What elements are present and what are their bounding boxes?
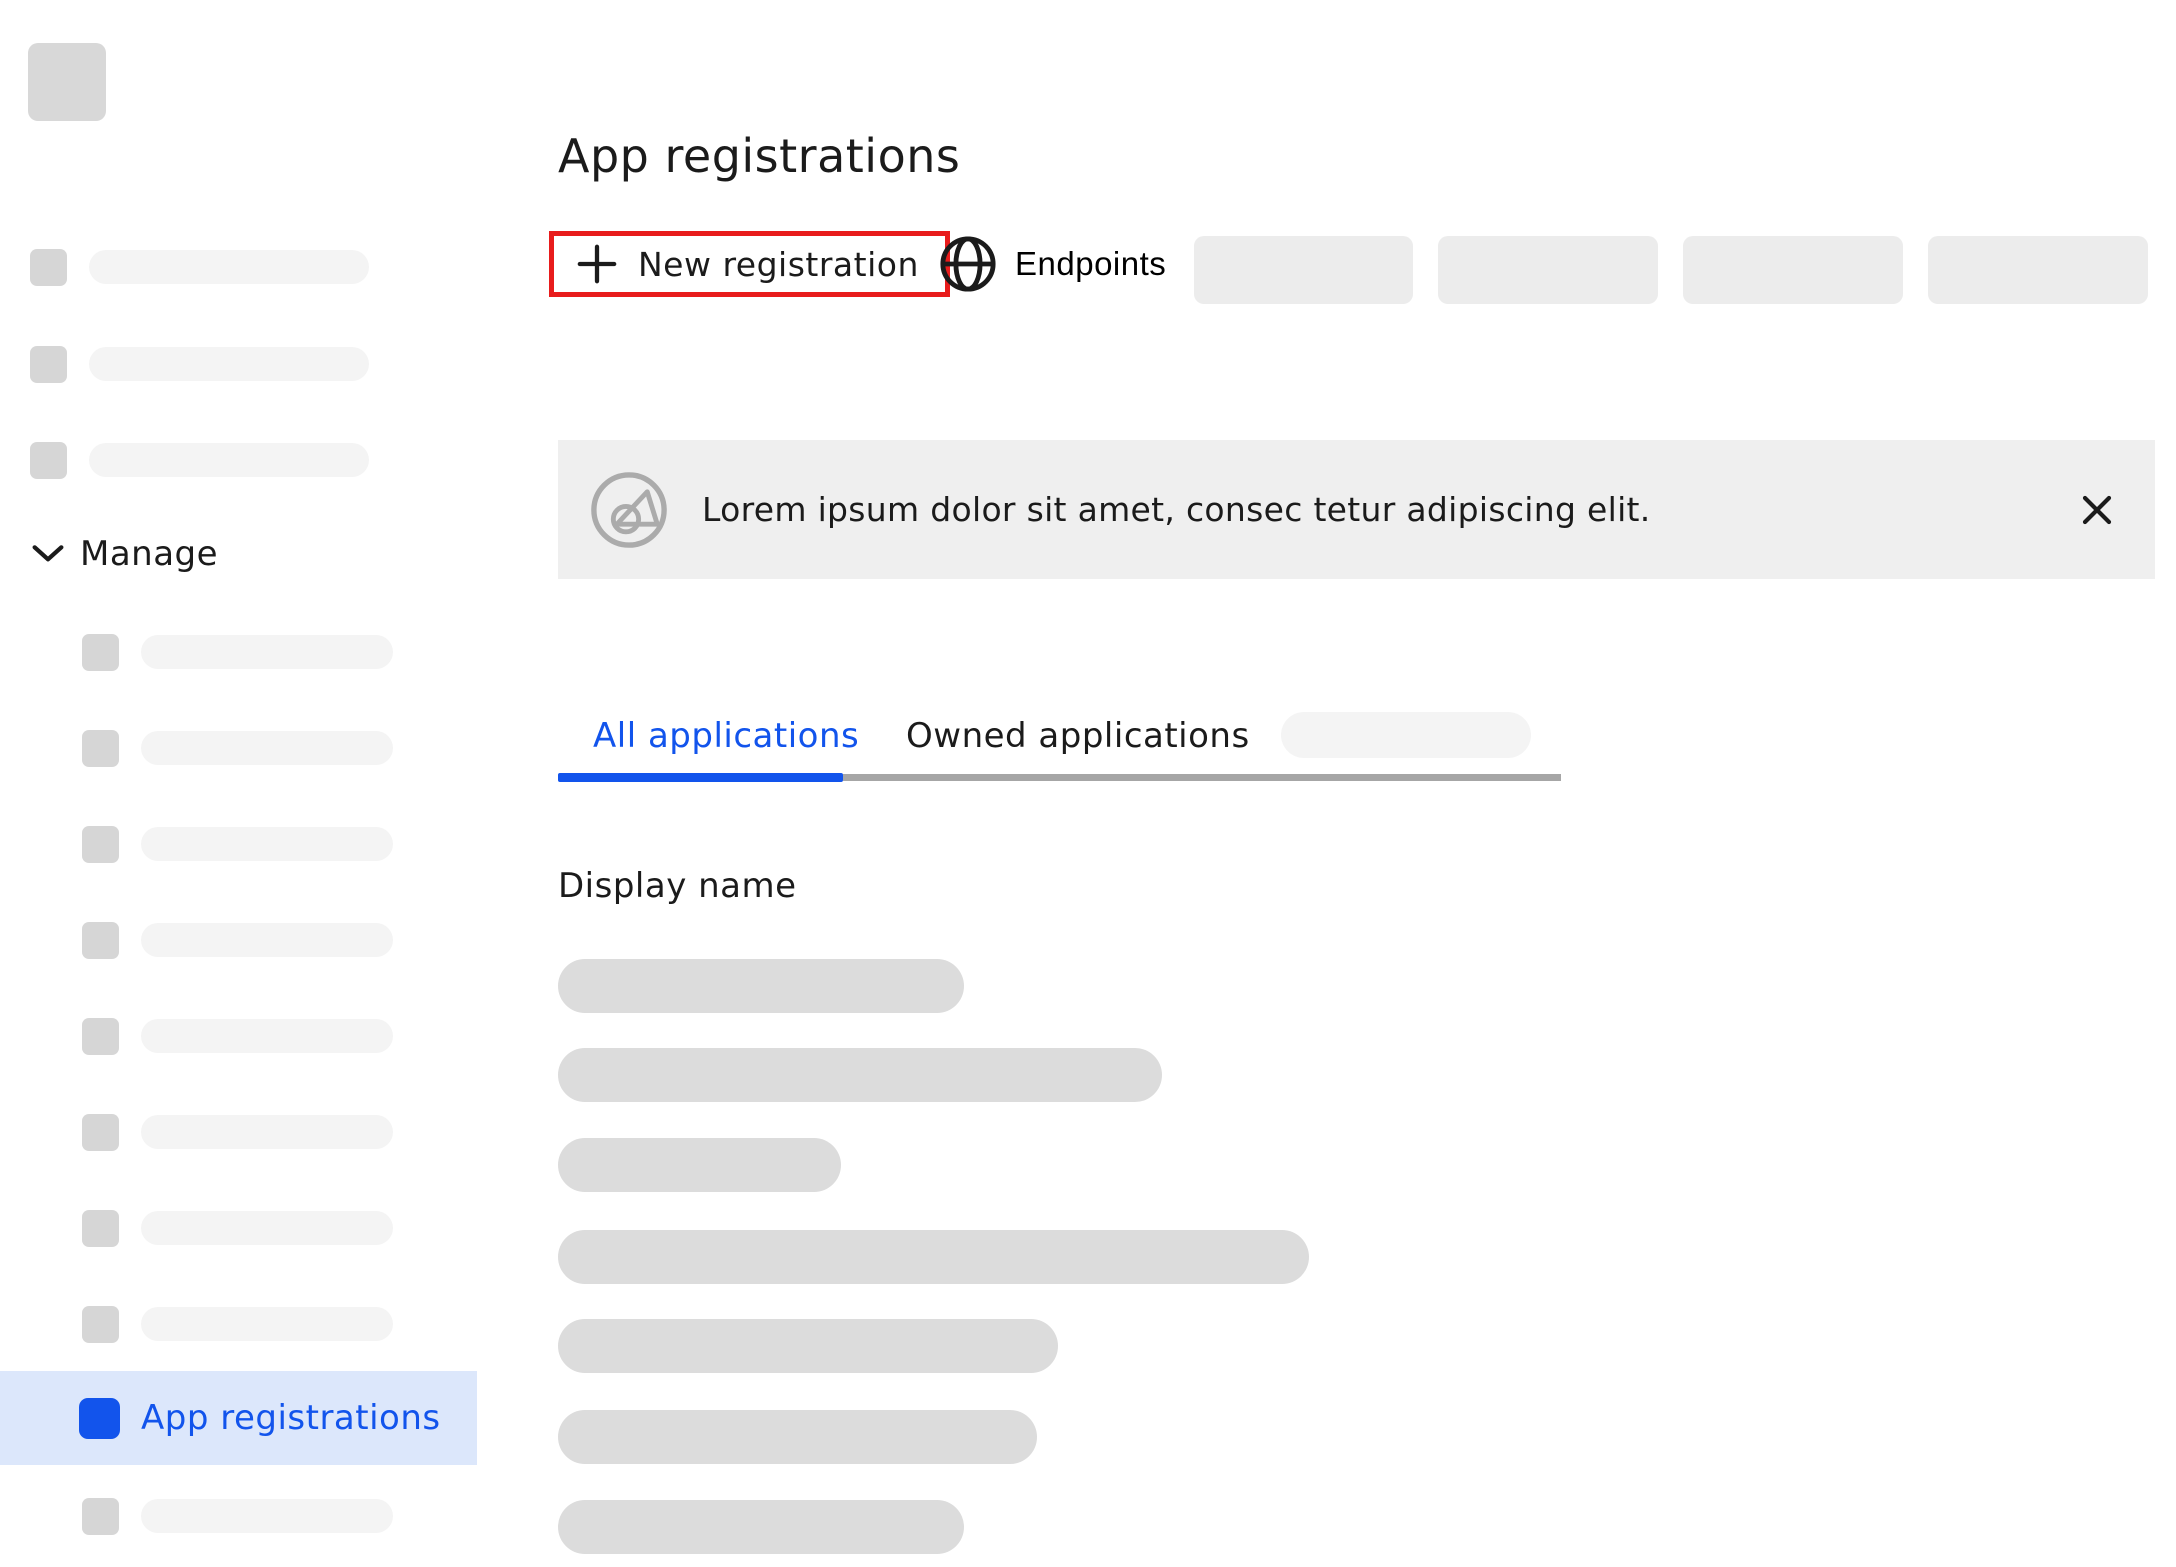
sidebar-subitem-placeholder[interactable]	[82, 1017, 393, 1055]
sidebar-subitem-placeholder[interactable]	[82, 1209, 393, 1247]
tab-placeholder[interactable]	[1281, 712, 1531, 758]
table-row-placeholder[interactable]	[558, 1138, 841, 1192]
plus-icon	[576, 243, 618, 285]
nav-label-placeholder	[141, 1211, 393, 1245]
nav-icon-placeholder	[30, 249, 67, 286]
chevron-down-icon	[32, 544, 64, 564]
endpoints-label: Endpoints	[1015, 245, 1166, 283]
logo-placeholder	[28, 43, 106, 121]
logo-placeholder-icon	[590, 471, 668, 549]
endpoints-button[interactable]: Endpoints	[933, 231, 1172, 297]
tab-owned-applications[interactable]: Owned applications	[906, 716, 1250, 756]
app-registrations-page: Manage	[0, 0, 2176, 1567]
sidebar-section-manage[interactable]: Manage	[32, 532, 218, 576]
sidebar-subitem-placeholder[interactable]	[82, 1305, 393, 1343]
sidebar-item-placeholder[interactable]	[30, 345, 369, 383]
sidebar-item-label: App registrations	[141, 1398, 441, 1438]
nav-label-placeholder	[141, 731, 393, 765]
toolbar-placeholder-button[interactable]	[1194, 236, 1413, 304]
table-row-placeholder[interactable]	[558, 959, 964, 1013]
nav-icon-placeholder	[82, 1114, 119, 1151]
globe-icon	[939, 235, 997, 293]
toolbar-placeholder-button[interactable]	[1438, 236, 1658, 304]
nav-label-placeholder	[141, 1499, 393, 1533]
nav-label-placeholder	[141, 635, 393, 669]
sidebar-item-placeholder[interactable]	[30, 248, 369, 286]
manage-section-label: Manage	[80, 534, 218, 574]
nav-icon-placeholder	[82, 730, 119, 767]
info-banner: Lorem ipsum dolor sit amet, consec tetur…	[558, 440, 2155, 579]
nav-label-placeholder	[141, 827, 393, 861]
page-title: App registrations	[558, 129, 960, 183]
nav-label-placeholder	[89, 443, 369, 477]
close-icon	[2081, 494, 2113, 526]
nav-label-placeholder	[89, 250, 369, 284]
banner-close-button[interactable]	[2081, 494, 2113, 526]
sidebar-subitem-placeholder[interactable]	[82, 633, 393, 671]
table-row-placeholder[interactable]	[558, 1410, 1037, 1464]
app-registrations-icon	[79, 1398, 120, 1439]
sidebar-subitem-placeholder[interactable]	[82, 1497, 393, 1535]
new-registration-label: New registration	[638, 245, 919, 284]
nav-icon-placeholder	[82, 922, 119, 959]
nav-label-placeholder	[141, 1307, 393, 1341]
sidebar-subitem-placeholder[interactable]	[82, 825, 393, 863]
toolbar-placeholder-button[interactable]	[1683, 236, 1903, 304]
sidebar-item-app-registrations[interactable]: App registrations	[0, 1371, 477, 1465]
table-row-placeholder[interactable]	[558, 1500, 964, 1554]
new-registration-button[interactable]: New registration	[549, 231, 950, 297]
nav-icon-placeholder	[82, 1306, 119, 1343]
sidebar-subitem-placeholder[interactable]	[82, 921, 393, 959]
nav-label-placeholder	[141, 1019, 393, 1053]
sidebar-subitem-placeholder[interactable]	[82, 729, 393, 767]
nav-label-placeholder	[141, 1115, 393, 1149]
nav-label-placeholder	[141, 923, 393, 957]
nav-icon-placeholder	[30, 346, 67, 383]
sidebar-subitem-placeholder[interactable]	[82, 1113, 393, 1151]
table-row-placeholder[interactable]	[558, 1048, 1162, 1102]
nav-icon-placeholder	[82, 826, 119, 863]
tab-divider	[843, 774, 1561, 781]
nav-icon-placeholder	[82, 1018, 119, 1055]
column-header-display-name: Display name	[558, 866, 797, 906]
sidebar-item-placeholder[interactable]	[30, 441, 369, 479]
nav-icon-placeholder	[82, 634, 119, 671]
nav-icon-placeholder	[82, 1498, 119, 1535]
tab-all-applications[interactable]: All applications	[593, 716, 859, 756]
active-tab-underline	[558, 773, 843, 782]
nav-icon-placeholder	[82, 1210, 119, 1247]
table-row-placeholder[interactable]	[558, 1230, 1309, 1284]
table-row-placeholder[interactable]	[558, 1319, 1058, 1373]
nav-icon-placeholder	[30, 442, 67, 479]
toolbar-placeholder-button[interactable]	[1928, 236, 2148, 304]
nav-label-placeholder	[89, 347, 369, 381]
banner-message: Lorem ipsum dolor sit amet, consec tetur…	[702, 490, 2047, 529]
